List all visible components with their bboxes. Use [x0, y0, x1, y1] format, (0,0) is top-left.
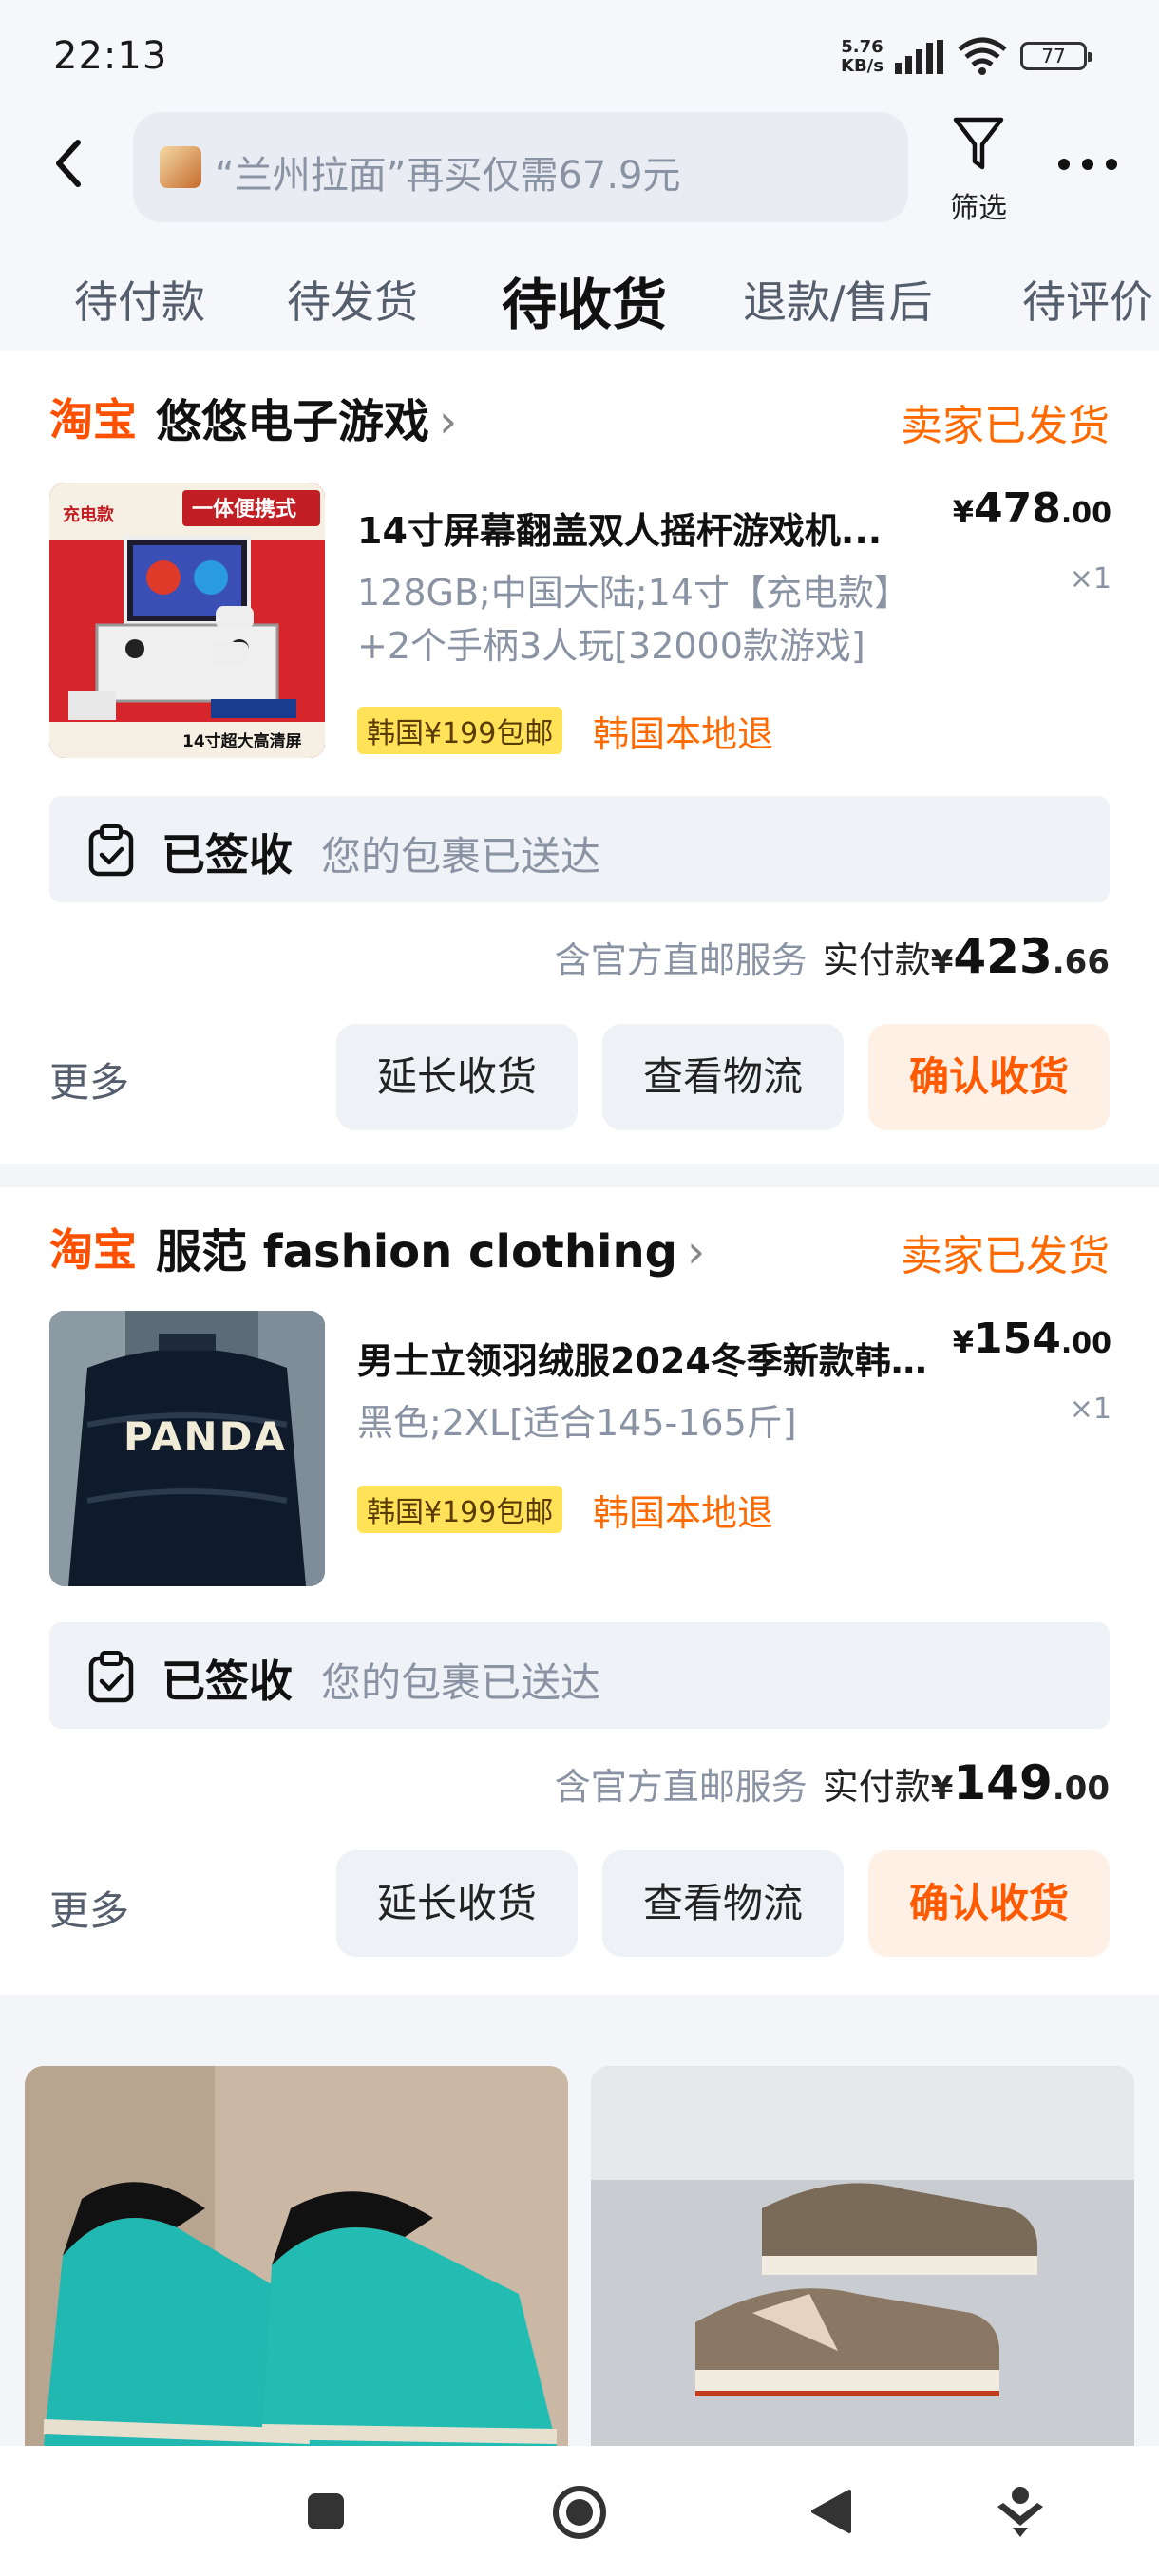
- product-thumbnail[interactable]: PANDA: [49, 1311, 325, 1586]
- delivery-status-box[interactable]: 已签收 您的包裹已送达: [49, 1622, 1110, 1729]
- tab-pending-receipt[interactable]: 待收货: [502, 260, 667, 340]
- shop-name-link[interactable]: 悠悠电子游戏 ›: [156, 384, 457, 450]
- shipping-badge: 韩国¥199包邮: [357, 707, 563, 754]
- shipping-badge: 韩国¥199包邮: [357, 1486, 563, 1533]
- extend-receipt-button[interactable]: 延长收货: [336, 1850, 578, 1957]
- status-bar: 22:13 5.76 KB/s 77: [0, 0, 1159, 104]
- product-price: ¥154.00: [952, 1315, 1112, 1363]
- home-circle-icon[interactable]: [551, 2484, 608, 2541]
- confirm-receipt-button[interactable]: 确认收货: [868, 1024, 1110, 1130]
- product-title[interactable]: 男士立领羽绒服2024冬季新款韩...: [357, 1332, 927, 1384]
- tab-refund-aftersale[interactable]: 退款/售后: [743, 268, 933, 331]
- taobao-logo: 淘宝: [49, 1224, 137, 1276]
- clock: 22:13: [53, 34, 168, 78]
- return-policy-tag: 韩国本地退: [593, 713, 774, 755]
- filter-icon: [953, 117, 1004, 170]
- tab-pending-shipment[interactable]: 待发货: [287, 268, 418, 331]
- battery-indicator: 77: [1020, 42, 1092, 70]
- sneaker-teal-image: [25, 2066, 568, 2446]
- chevron-right-icon: ›: [439, 395, 458, 448]
- product-price: ¥478.00: [952, 484, 1112, 533]
- delivery-status-title: 已签收: [162, 829, 293, 881]
- search-suggestion-thumbnail: [160, 146, 201, 188]
- back-icon[interactable]: [46, 135, 93, 192]
- view-logistics-button[interactable]: 查看物流: [602, 1024, 844, 1130]
- product-quantity: ×1: [1069, 562, 1112, 596]
- extend-receipt-button[interactable]: 延长收货: [336, 1024, 578, 1130]
- return-policy-tag: 韩国本地退: [593, 1492, 774, 1534]
- delivery-status-desc: 您的包裹已送达: [321, 833, 601, 880]
- product-sku: 128GB;中国大陆;14寸【充电款】 +2个手柄3人玩[32000款游戏]: [357, 572, 911, 667]
- header: “兰州拉面”再买仅需67.9元 筛选: [0, 104, 1159, 228]
- taobao-logo: 淘宝: [49, 394, 137, 445]
- sneaker-brown-image: [591, 2066, 1134, 2446]
- wifi-icon: [958, 37, 1007, 75]
- more-actions-link[interactable]: 更多: [49, 1879, 129, 1937]
- assistant-icon[interactable]: [994, 2484, 1047, 2541]
- order-tabs: 待付款 待发货 待收货 退款/售后 待评价: [0, 228, 1159, 351]
- recommendation-card[interactable]: [25, 2066, 568, 2446]
- chevron-right-icon: ›: [687, 1225, 706, 1279]
- square-nav-icon[interactable]: [306, 2491, 346, 2531]
- back-triangle-icon[interactable]: [809, 2488, 853, 2535]
- delivery-status-desc: 您的包裹已送达: [321, 1659, 601, 1706]
- payment-total: 含官方直邮服务 实付款¥149.00: [554, 1755, 1110, 1810]
- filter-button[interactable]: 筛选: [940, 110, 1016, 225]
- order-status: 卖家已发货: [901, 1232, 1110, 1280]
- net-speed: 5.76 KB/s: [841, 37, 884, 76]
- clipboard-check-icon: [88, 1651, 134, 1703]
- search-input[interactable]: “兰州拉面”再买仅需67.9元: [133, 112, 908, 222]
- product-quantity: ×1: [1069, 1392, 1112, 1426]
- product-title[interactable]: 14寸屏幕翻盖双人摇杆游戏机...: [357, 502, 918, 554]
- product-thumbnail[interactable]: 一体便携式 充电款 14寸超大高清屏: [49, 483, 325, 758]
- filter-label: 筛选: [950, 192, 1007, 225]
- confirm-receipt-button[interactable]: 确认收货: [868, 1850, 1110, 1957]
- signal-icon: [895, 40, 943, 74]
- recommendation-card[interactable]: [591, 2066, 1134, 2446]
- clipboard-check-icon: [88, 824, 134, 877]
- payment-total: 含官方直邮服务 实付款¥423.66: [554, 929, 1110, 984]
- more-actions-link[interactable]: 更多: [49, 1051, 129, 1108]
- order-status: 卖家已发货: [901, 402, 1110, 450]
- tab-pending-review[interactable]: 待评价: [1022, 268, 1153, 331]
- shop-name-link[interactable]: 服范 fashion clothing ›: [156, 1214, 705, 1280]
- product-sku: 黑色;2XL[适合145-165斤]: [357, 1402, 797, 1444]
- view-logistics-button[interactable]: 查看物流: [602, 1850, 844, 1957]
- delivery-status-box[interactable]: 已签收 您的包裹已送达: [49, 796, 1110, 902]
- search-placeholder: “兰州拉面”再买仅需67.9元: [215, 154, 681, 198]
- order-card: 淘宝 服范 fashion clothing › 卖家已发货 PANDA 男士立领…: [0, 1187, 1159, 1995]
- system-nav-bar: [0, 2446, 1159, 2576]
- more-icon[interactable]: [1054, 150, 1121, 179]
- order-card: 淘宝 悠悠电子游戏 › 卖家已发货 一体便携式 充电款 14寸超大高清屏 14寸屏…: [0, 351, 1159, 1164]
- delivery-status-title: 已签收: [162, 1656, 293, 1707]
- tab-pending-payment[interactable]: 待付款: [74, 268, 205, 331]
